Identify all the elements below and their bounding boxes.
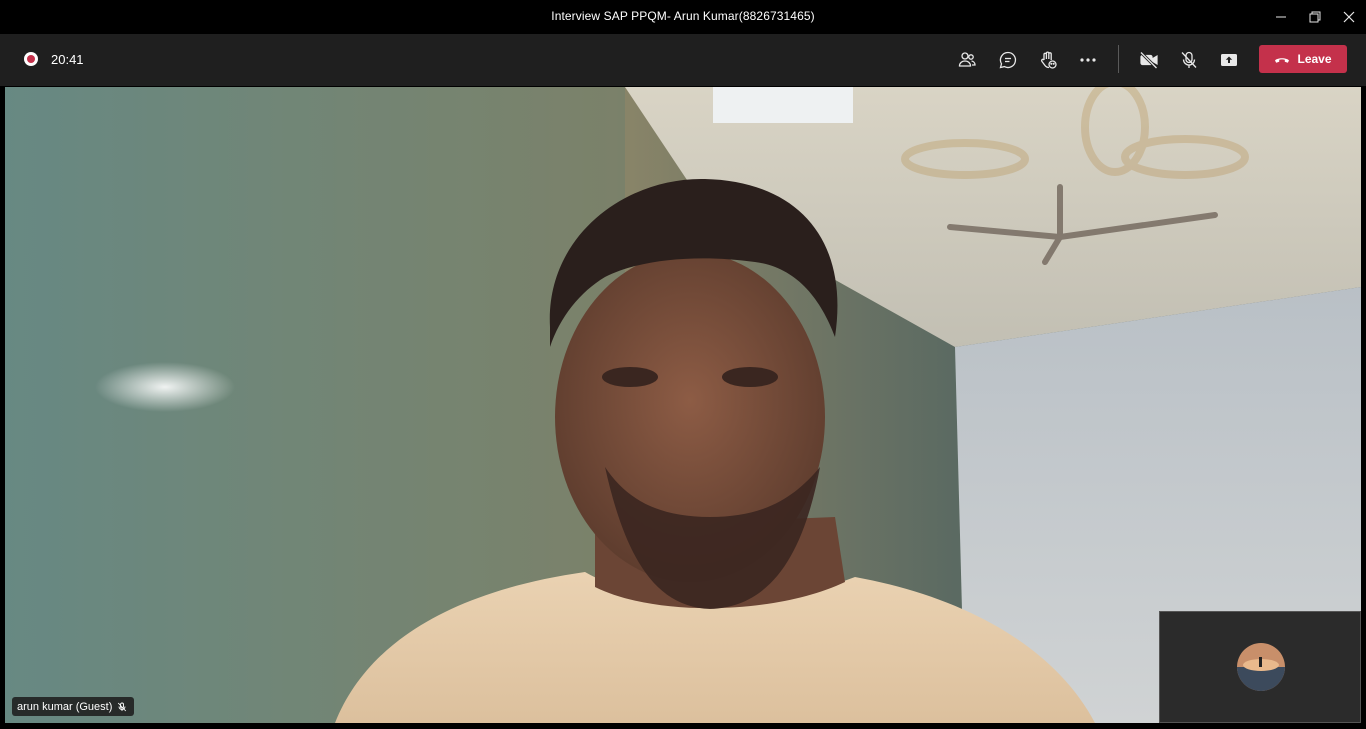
window-titlebar: Interview SAP PPQM- Arun Kumar(882673146… [0,0,1366,34]
reactions-icon[interactable] [1036,48,1060,72]
window-controls [1264,0,1366,34]
meeting-toolbar: 20:41 Leave [0,34,1366,86]
minimize-icon[interactable] [1264,0,1298,34]
participant-name-tag: arun kumar (Guest) [12,697,135,716]
camera-off-icon[interactable] [1137,48,1161,72]
self-view-tile[interactable] [1159,611,1361,723]
leave-button[interactable]: Leave [1259,45,1347,73]
toolbar-divider [1118,45,1119,73]
meeting-timer: 20:41 [51,52,84,67]
restore-icon[interactable] [1298,0,1332,34]
participant-video [5,87,1361,723]
leave-label: Leave [1297,52,1332,66]
close-icon[interactable] [1332,0,1366,34]
window-title: Interview SAP PPQM- Arun Kumar(882673146… [551,9,815,23]
record-icon [24,52,38,66]
avatar-photo [1237,643,1285,691]
chat-icon[interactable] [996,48,1020,72]
video-frame [5,87,1361,723]
mic-off-icon[interactable] [1177,48,1201,72]
share-screen-icon[interactable] [1217,48,1241,72]
participants-icon[interactable] [955,48,979,72]
window-bottom-edge [0,723,1366,729]
participant-name: arun kumar (Guest) [17,700,113,713]
mic-off-icon [118,702,127,711]
phone-hangup-icon [1275,58,1290,63]
more-options-icon[interactable] [1076,48,1100,72]
